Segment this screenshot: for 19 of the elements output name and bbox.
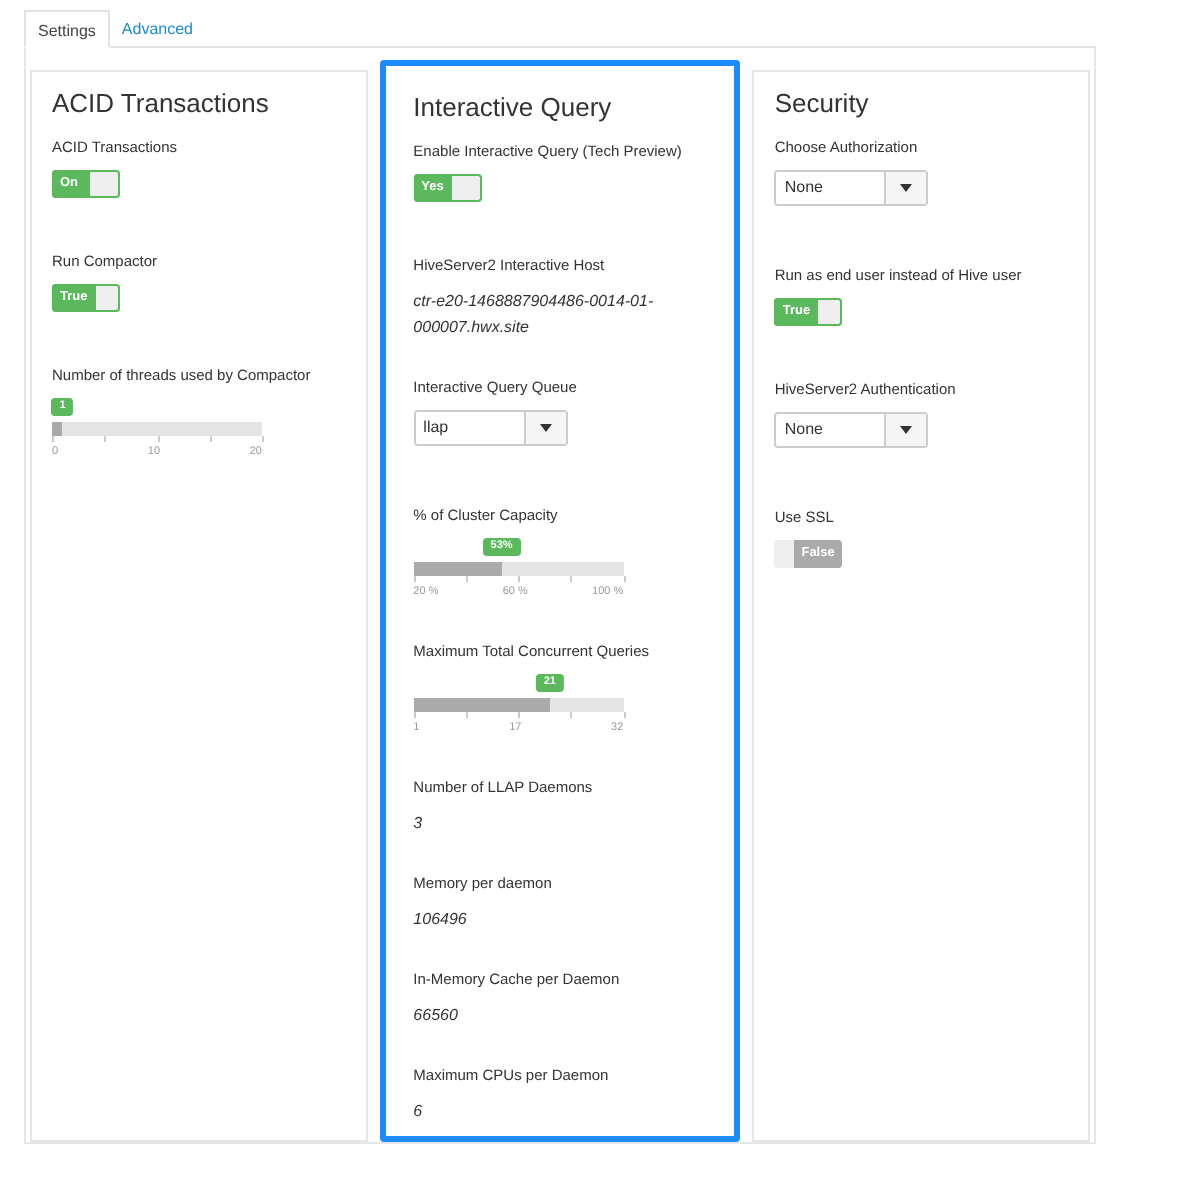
dropdown[interactable]: None	[774, 412, 929, 448]
tab[interactable]: Settings	[24, 10, 110, 48]
slider-track[interactable]	[413, 698, 624, 712]
slider-track[interactable]	[52, 422, 262, 436]
field-value: 66560	[413, 1004, 460, 1028]
slider-track[interactable]	[413, 562, 624, 576]
caret-icon	[900, 184, 913, 192]
panel-title: Interactive Query	[413, 92, 614, 122]
panel-title: ACID Transactions	[52, 88, 271, 118]
dropdown[interactable]: None	[774, 170, 929, 206]
field-value: ctr-e20-1468887904486-0014-01-000007.hwx.site	[413, 290, 656, 340]
field-value: 6	[413, 1100, 425, 1124]
field-value: 106496	[413, 908, 469, 932]
field-value: 3	[413, 812, 425, 836]
caret-icon	[900, 426, 913, 434]
dropdown[interactable]: llap	[413, 410, 568, 446]
caret-icon	[539, 424, 552, 432]
tab[interactable]: Advanced	[109, 10, 205, 46]
panel-title: Security	[774, 88, 871, 118]
